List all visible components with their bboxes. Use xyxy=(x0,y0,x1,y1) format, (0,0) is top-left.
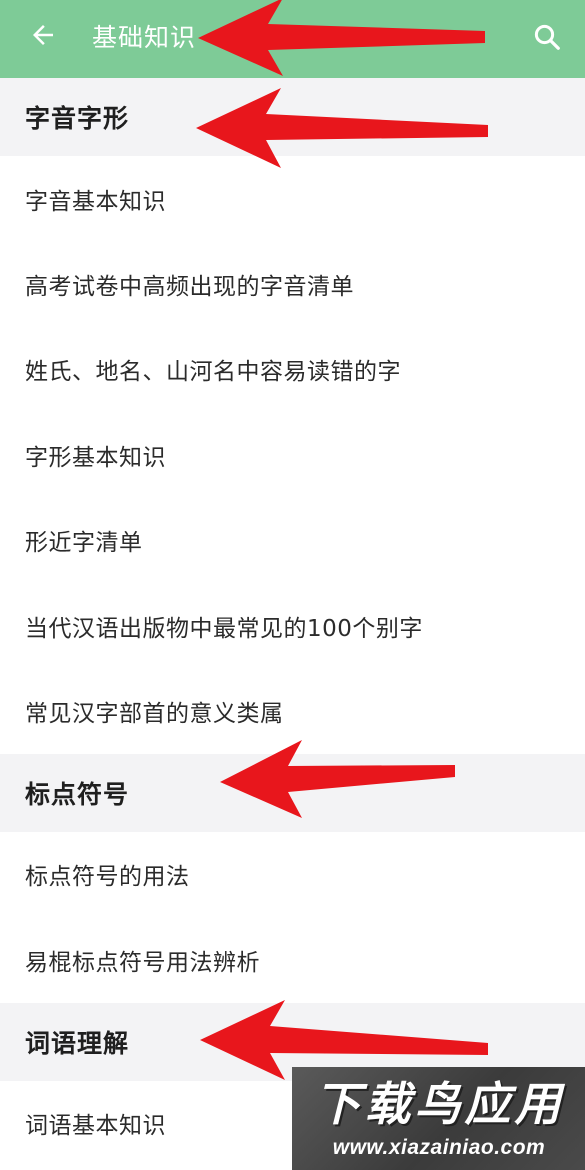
list-item[interactable]: 姓氏、地名、山河名中容易读错的字 xyxy=(0,326,585,413)
list-item[interactable]: 高考试卷中高频出现的字音清单 xyxy=(0,241,585,327)
list-item[interactable]: 当代汉语出版物中最常见的100个别字 xyxy=(0,582,585,669)
knowledge-list: 字音字形 字音基本知识 高考试卷中高频出现的字音清单 姓氏、地名、山河名中容易读… xyxy=(0,78,585,1166)
list-item[interactable]: 易棍标点符号用法辨析 xyxy=(0,917,585,1003)
page-title: 基础知识 xyxy=(92,23,197,52)
list-item[interactable]: 常见汉字部首的意义类属 xyxy=(0,668,585,754)
list-item[interactable]: 字形基本知识 xyxy=(0,412,585,498)
watermark-url: www.xiazainiao.com xyxy=(332,1136,546,1159)
section-header-pronunciation: 字音字形 xyxy=(0,78,585,156)
list-item[interactable]: 字音基本知识 xyxy=(0,156,585,242)
app-bar: 基础知识 xyxy=(0,0,585,78)
back-button[interactable] xyxy=(26,18,60,52)
list-item[interactable]: 标点符号的用法 xyxy=(0,831,585,918)
watermark-text: 下载鸟应用 xyxy=(314,1077,565,1131)
arrow-left-icon xyxy=(33,25,53,45)
search-button[interactable] xyxy=(530,20,564,54)
list-item[interactable]: 形近字清单 xyxy=(0,497,585,583)
watermark: 下载鸟应用 www.xiazainiao.com xyxy=(292,1067,585,1170)
search-icon xyxy=(534,24,560,50)
section-header-punctuation: 标点符号 xyxy=(0,753,585,832)
